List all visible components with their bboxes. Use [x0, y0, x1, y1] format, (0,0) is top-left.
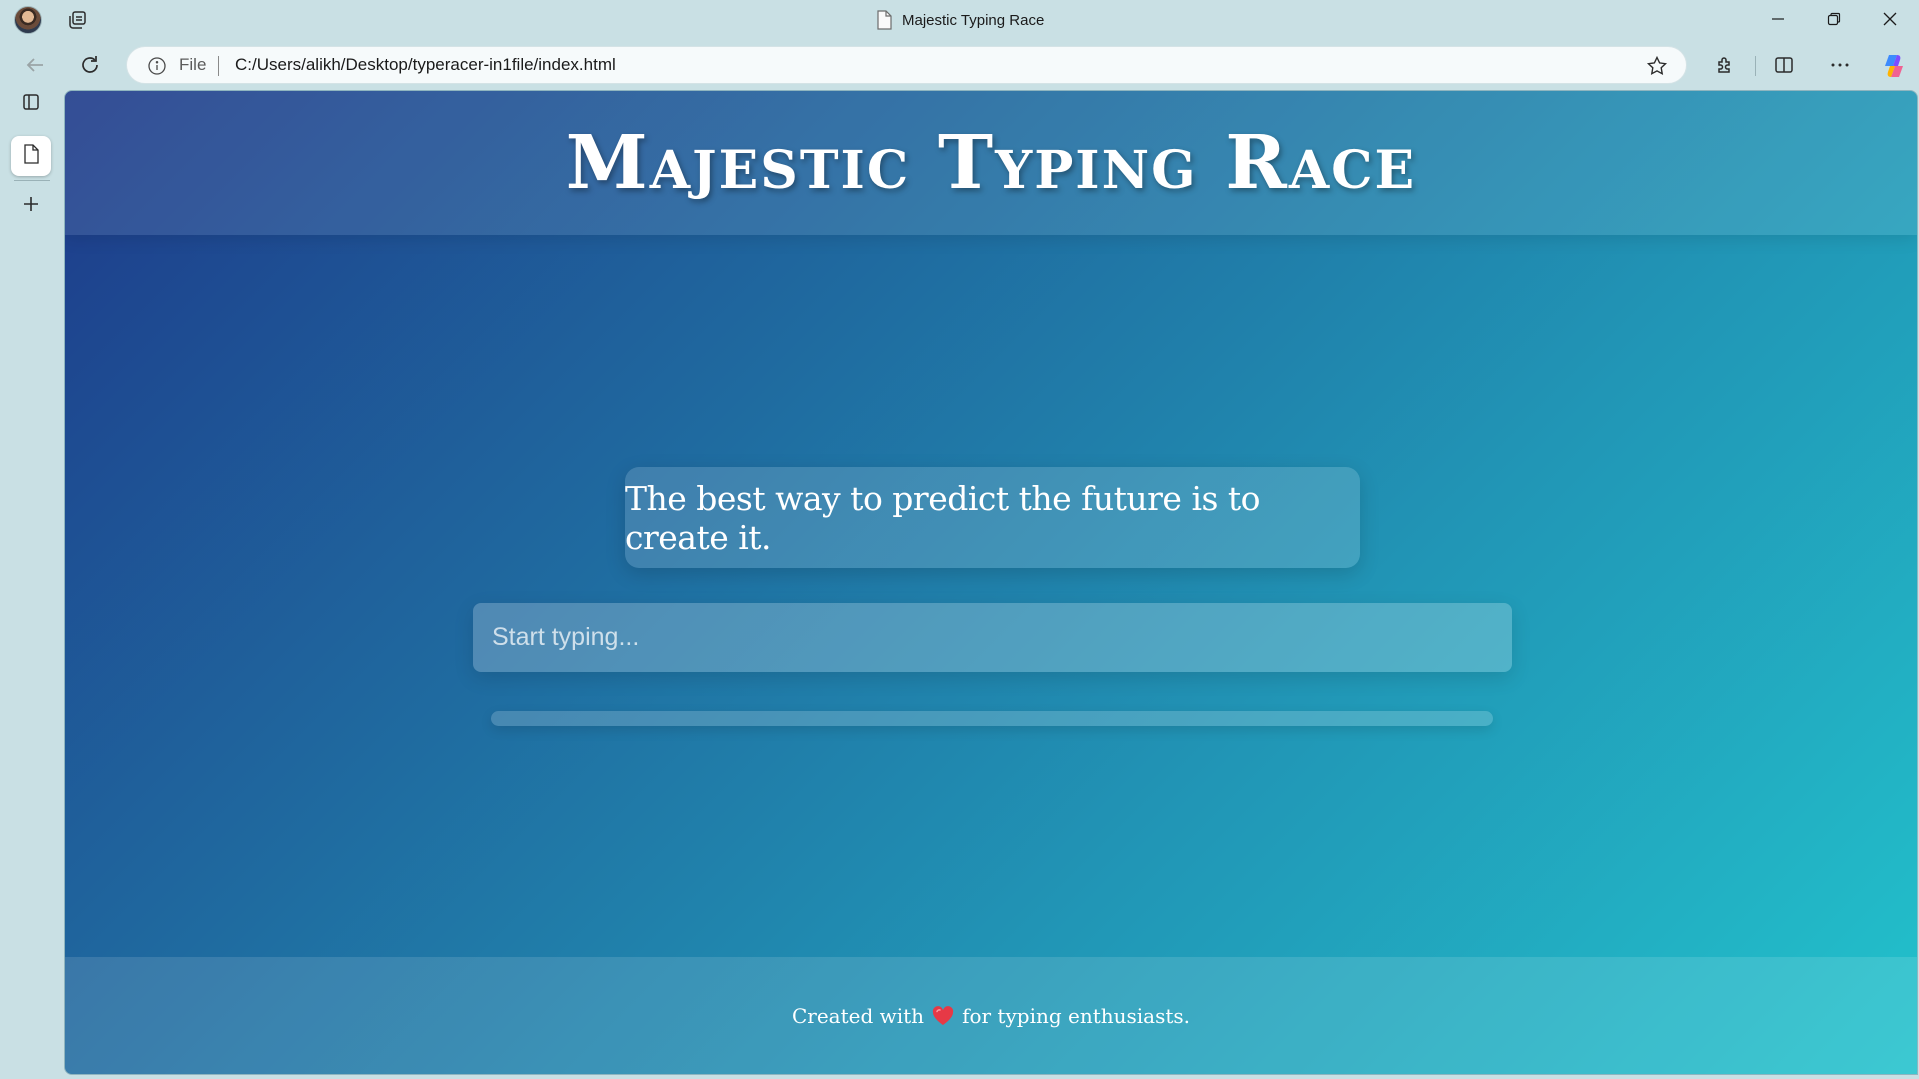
star-icon[interactable] [1646, 55, 1668, 77]
typing-input[interactable] [473, 603, 1512, 672]
info-icon[interactable] [147, 56, 167, 76]
page-icon [23, 144, 39, 168]
address-bar[interactable]: File C:/Users/alikh/Desktop/typeracer-in… [126, 46, 1687, 84]
navigation-bar: File C:/Users/alikh/Desktop/typeracer-in… [0, 40, 1919, 90]
split-screen-icon[interactable] [1771, 52, 1797, 78]
avatar[interactable] [14, 6, 42, 34]
progress-bar [491, 711, 1493, 726]
address-divider [218, 56, 219, 76]
copilot-icon[interactable] [1880, 52, 1908, 80]
tab-actions-icon [21, 92, 41, 116]
active-tab[interactable]: Majestic Typing Race [876, 9, 1044, 31]
minimize-button[interactable] [1750, 0, 1806, 40]
minimize-icon [1771, 11, 1785, 30]
page-icon [876, 10, 892, 30]
more-icon[interactable] [1827, 52, 1853, 78]
tab-title: Majestic Typing Race [902, 11, 1045, 29]
plus-icon [22, 195, 40, 217]
collections-icon[interactable] [66, 9, 88, 31]
new-tab-button[interactable] [11, 186, 51, 226]
restore-button[interactable] [1806, 0, 1862, 40]
back-arrow-icon[interactable] [22, 52, 48, 78]
quote-box: The best way to predict the future is to… [625, 467, 1360, 568]
vertical-tab-strip [0, 90, 64, 1079]
title-bar: Majestic Typing Race [0, 0, 1919, 40]
heart-icon [932, 1005, 954, 1026]
footer-text-before: Created with [791, 1003, 925, 1028]
vertical-tab-current[interactable] [11, 136, 51, 176]
footer-text-after: for typing enthusiasts. [962, 1003, 1191, 1028]
page-title: Majestic Typing Race [565, 120, 1417, 206]
footer-text: Created with for typing enthusiasts. [792, 1004, 1190, 1028]
scheme-label: File [179, 55, 207, 74]
close-icon [1883, 11, 1897, 30]
tab-actions-button[interactable] [11, 84, 51, 124]
web-page: Majestic Typing Race The best way to pre… [64, 90, 1918, 1075]
close-button[interactable] [1862, 0, 1918, 40]
site-header: Majestic Typing Race [65, 91, 1917, 235]
tab-strip-divider [14, 180, 50, 181]
refresh-icon[interactable] [77, 52, 103, 78]
url-text[interactable]: C:/Users/alikh/Desktop/typeracer-in1file… [235, 55, 616, 75]
site-footer: Created with for typing enthusiasts. [65, 957, 1917, 1074]
toolbar-divider [1755, 56, 1756, 76]
puzzle-icon[interactable] [1712, 52, 1738, 78]
quote-text: The best way to predict the future is to… [625, 478, 1261, 557]
restore-icon [1827, 11, 1841, 30]
